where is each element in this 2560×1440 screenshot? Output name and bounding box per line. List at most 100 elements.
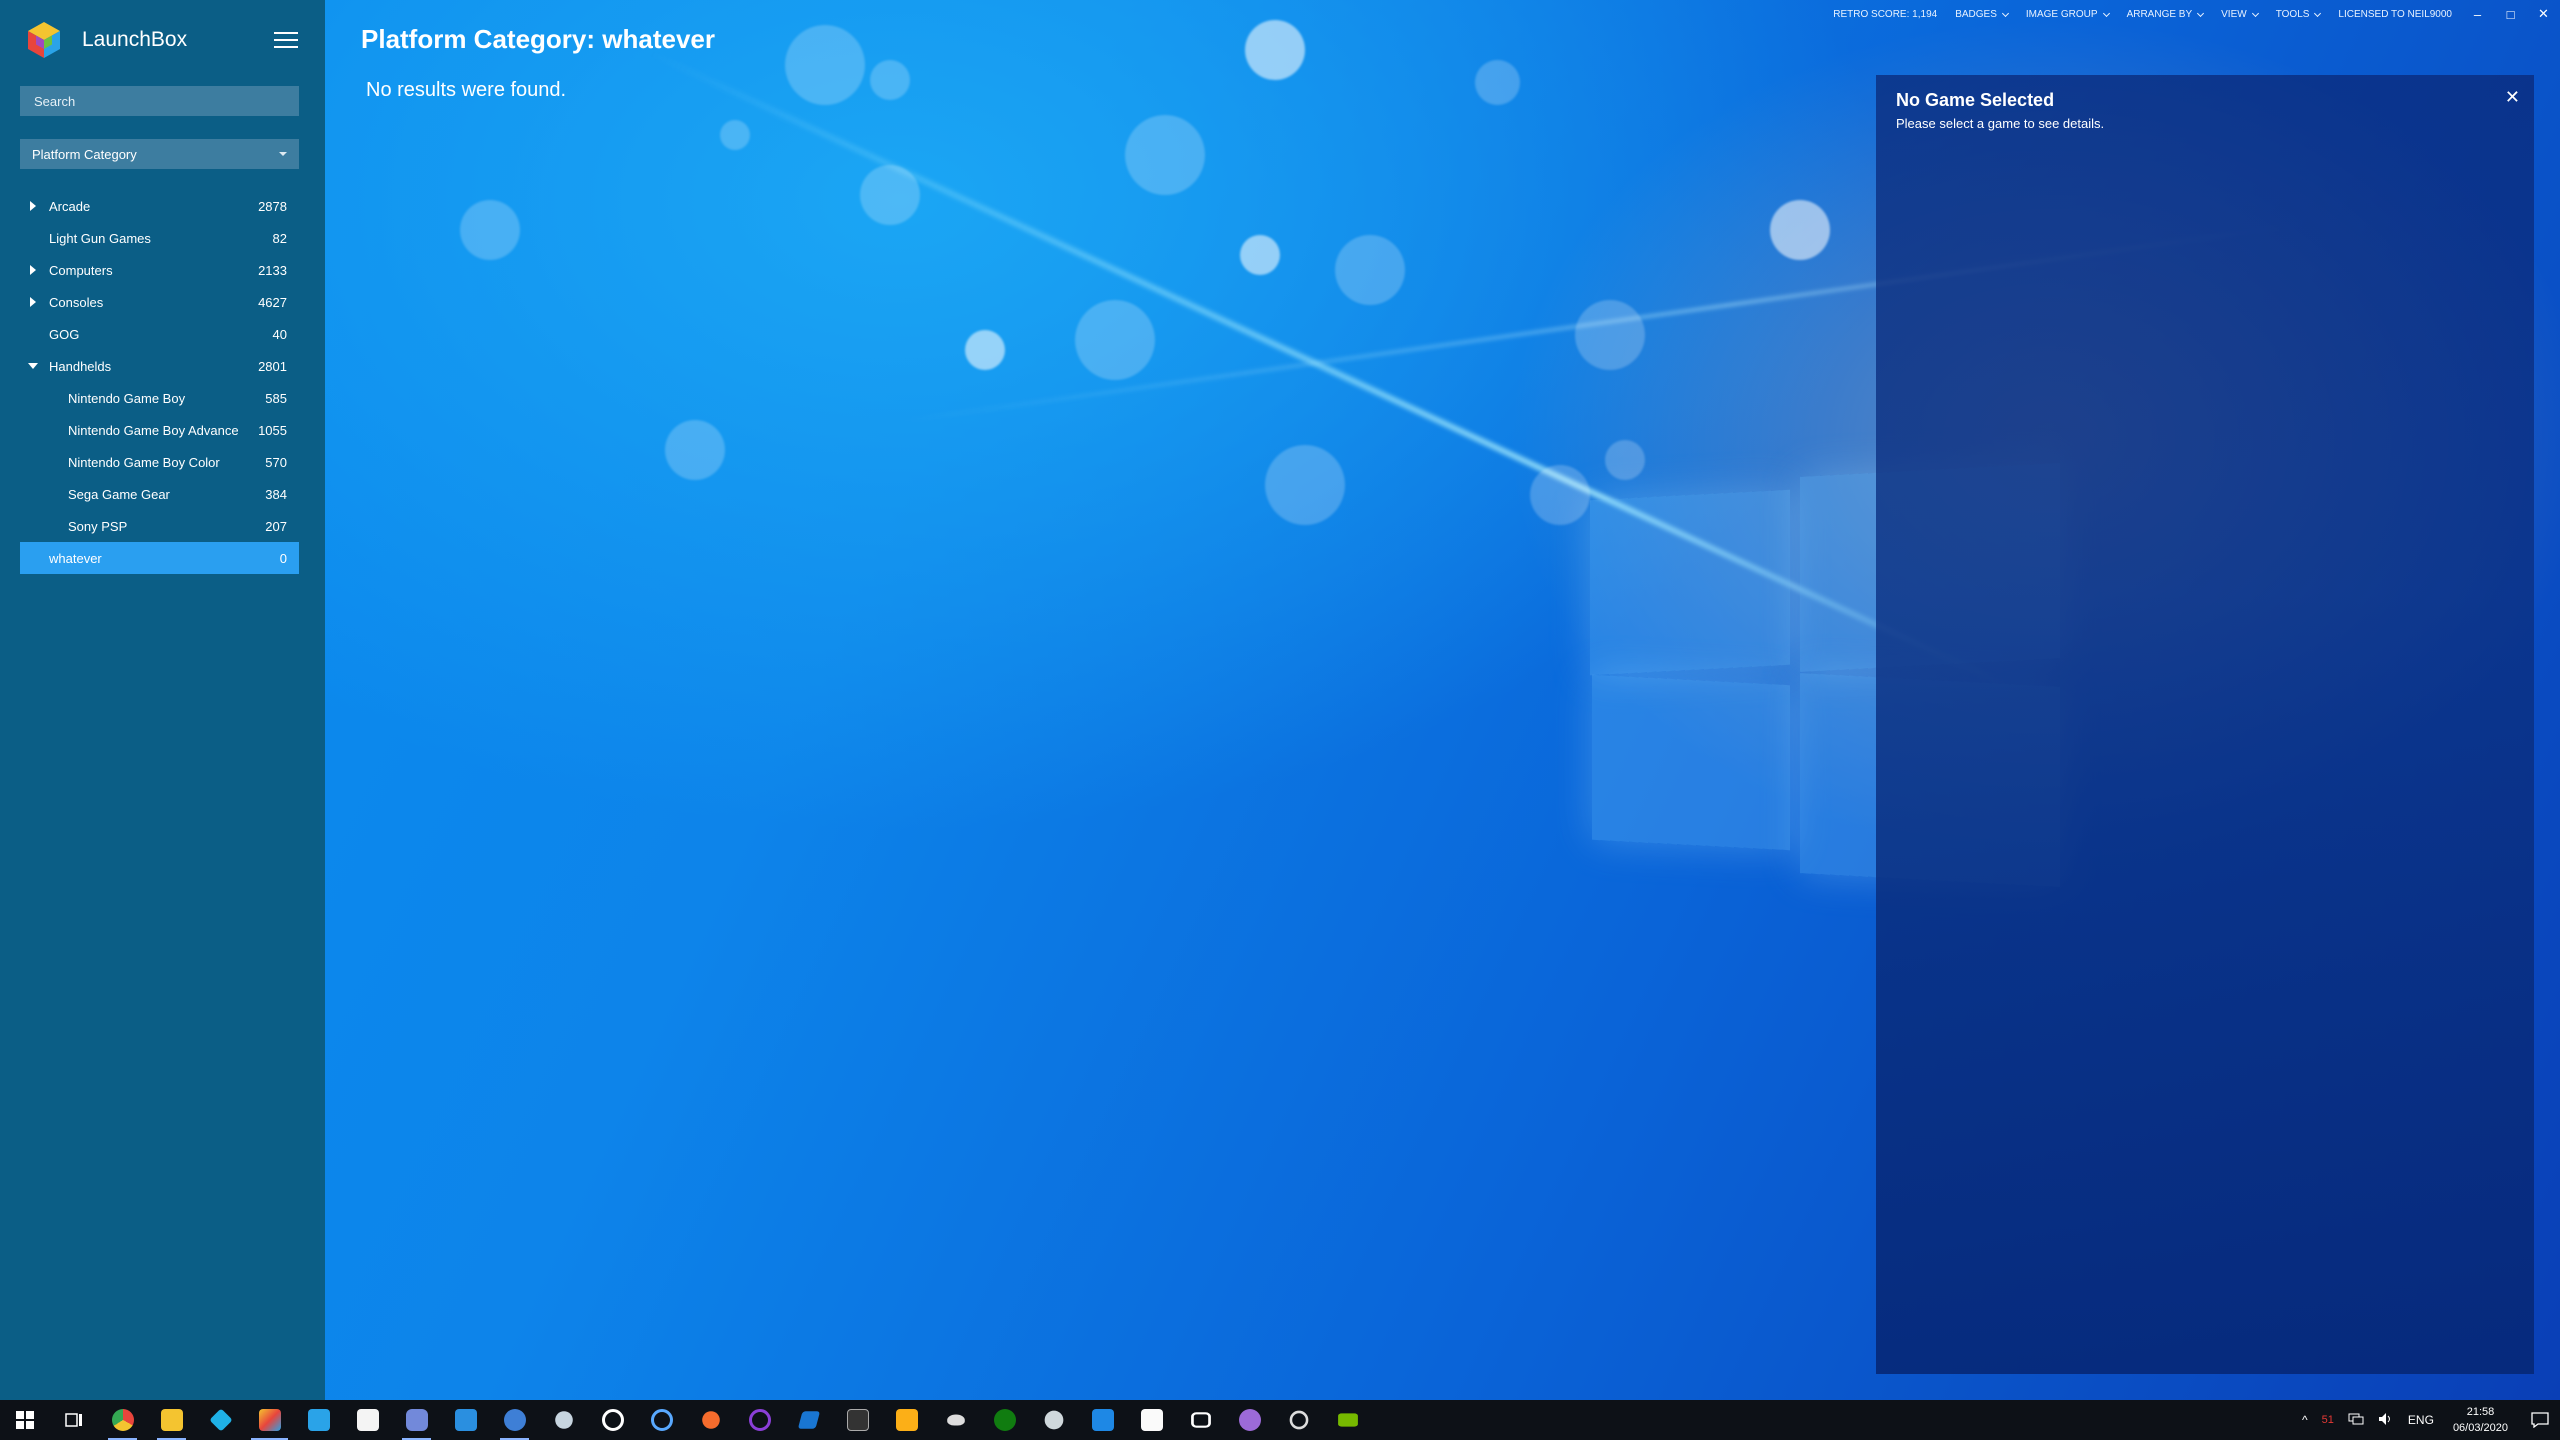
list-item-count: 570 [265,454,287,470]
list-item-light-gun-games[interactable]: Light Gun Games 82 [20,222,299,254]
bokeh-light [870,60,910,100]
chevron-down-icon [2314,9,2322,17]
view-menu[interactable]: VIEW [2221,9,2259,20]
qbittorrent-icon [503,1409,526,1431]
taskbar-app-qbittorrent[interactable] [490,1400,539,1440]
list-item-consoles[interactable]: Consoles 4627 [20,286,299,318]
image-group-menu[interactable]: IMAGE GROUP [2025,9,2110,20]
taskbar-app-cube[interactable] [294,1400,343,1440]
retroarch-icon [846,1409,869,1431]
taskbar-app-globe[interactable] [1029,1400,1078,1440]
mask-icon [946,1414,965,1426]
taskbar-app-mail[interactable] [441,1400,490,1440]
list-item-count: 585 [265,390,287,406]
chevron-down-icon [2102,9,2110,17]
license-link[interactable]: LICENSED TO NEIL9000 [2338,9,2452,20]
taskbar-app-store[interactable] [343,1400,392,1440]
taskbar-app-chrome[interactable] [98,1400,147,1440]
taskbar-app-rockstar[interactable] [882,1400,931,1440]
minimize-button[interactable]: – [2461,0,2494,28]
taskbar-app-origin[interactable] [686,1400,735,1440]
list-item-label: Arcade [49,198,91,214]
image-group-menu-label: IMAGE GROUP [2025,9,2098,20]
show-hidden-icons-button[interactable]: ^ [2302,1413,2308,1427]
bokeh-light [1245,20,1305,80]
taskbar-app-retroarch[interactable] [833,1400,882,1440]
taskbar-app-fb[interactable] [1127,1400,1176,1440]
expand-arrow-icon[interactable] [30,297,36,307]
taskbar-app-file-explorer[interactable] [147,1400,196,1440]
taskbar-app-circle[interactable] [735,1400,784,1440]
hamburger-menu-icon[interactable] [274,32,298,50]
list-item-count: 4627 [258,294,287,310]
bokeh-light [1240,235,1280,275]
taskbar-app-sky[interactable] [1078,1400,1127,1440]
collapse-arrow-icon[interactable] [28,363,38,369]
taskbar-app-uplay[interactable] [637,1400,686,1440]
xbox-icon [601,1409,624,1431]
clock[interactable]: 21:58 06/03/2020 [2453,1404,2508,1436]
list-item-nintendo-game-boy[interactable]: Nintendo Game Boy 585 [20,382,299,414]
power-icon [1289,1410,1308,1430]
taskbar-app-oculus[interactable] [1176,1400,1225,1440]
license-label: LICENSED TO NEIL9000 [2338,9,2452,20]
list-item-count: 1055 [258,422,287,438]
list-item-count: 384 [265,486,287,502]
taskbar-app-launchbox[interactable] [245,1400,294,1440]
uplay-icon [650,1409,673,1431]
bokeh-light [460,200,520,260]
expand-arrow-icon[interactable] [30,201,36,211]
clock-time: 21:58 [2466,1406,2495,1418]
temperature-indicator[interactable]: 51 [2322,1414,2334,1426]
arrange-by-menu-label: ARRANGE BY [2126,9,2193,20]
taskbar-app-xbox-green[interactable] [980,1400,1029,1440]
taskbar-app-steam[interactable] [539,1400,588,1440]
filter-dropdown[interactable]: Platform Category [20,139,299,169]
badges-menu[interactable]: BADGES [1955,9,2009,20]
close-details-button[interactable]: ✕ [2505,87,2520,108]
circle-app-icon [748,1409,771,1431]
list-item-gog[interactable]: GOG 40 [20,318,299,350]
details-subtitle: Please select a game to see details. [1896,116,2105,131]
cube-app-icon [307,1409,330,1431]
bokeh-light [1075,300,1155,380]
list-item-label: GOG [49,326,80,342]
taskbar-app-discord[interactable] [392,1400,441,1440]
taskbar-app-power[interactable] [1274,1400,1323,1440]
tools-menu[interactable]: TOOLS [2276,9,2322,20]
bokeh-light [1125,115,1205,195]
taskbar-app-mask[interactable] [931,1400,980,1440]
bokeh-light [785,25,865,105]
taskbar-app-xbox[interactable] [588,1400,637,1440]
volume-icon[interactable] [2378,1412,2394,1429]
app-title: LaunchBox [82,28,188,51]
taskbar-app-launcher[interactable] [784,1400,833,1440]
start-button[interactable] [0,1400,49,1440]
list-item-nintendo-game-boy-color[interactable]: Nintendo Game Boy Color 570 [20,446,299,478]
language-indicator[interactable]: ENG [2408,1413,2434,1427]
taskbar-app-purple[interactable] [1225,1400,1274,1440]
list-item-handhelds[interactable]: Handhelds 2801 [20,350,299,382]
list-item-label: Nintendo Game Boy Color [68,454,220,470]
list-item-count: 2133 [258,262,287,278]
search-input[interactable] [20,86,299,116]
list-item-computers[interactable]: Computers 2133 [20,254,299,286]
list-item-sega-game-gear[interactable]: Sega Game Gear 384 [20,478,299,510]
list-item-sony-psp[interactable]: Sony PSP 207 [20,510,299,542]
task-view-button[interactable] [49,1400,98,1440]
platform-category-list: Arcade 2878 Light Gun Games 82 Computers… [20,190,299,574]
maximize-button[interactable]: □ [2494,0,2527,28]
taskbar-app-nvidia[interactable] [1323,1400,1372,1440]
taskbar-app-kodi[interactable] [196,1400,245,1440]
purple-app-icon [1238,1409,1261,1431]
action-center-button[interactable] [2520,1400,2560,1440]
network-icon[interactable] [2348,1412,2364,1429]
app-header: LaunchBox [26,18,187,62]
arrange-by-menu[interactable]: ARRANGE BY [2126,9,2205,20]
list-item-arcade[interactable]: Arcade 2878 [20,190,299,222]
expand-arrow-icon[interactable] [30,265,36,275]
list-item-nintendo-game-boy-advance[interactable]: Nintendo Game Boy Advance 1055 [20,414,299,446]
filter-dropdown-label: Platform Category [32,146,137,162]
close-window-button[interactable]: ✕ [2527,0,2560,28]
list-item-whatever[interactable]: whatever 0 [20,542,299,574]
